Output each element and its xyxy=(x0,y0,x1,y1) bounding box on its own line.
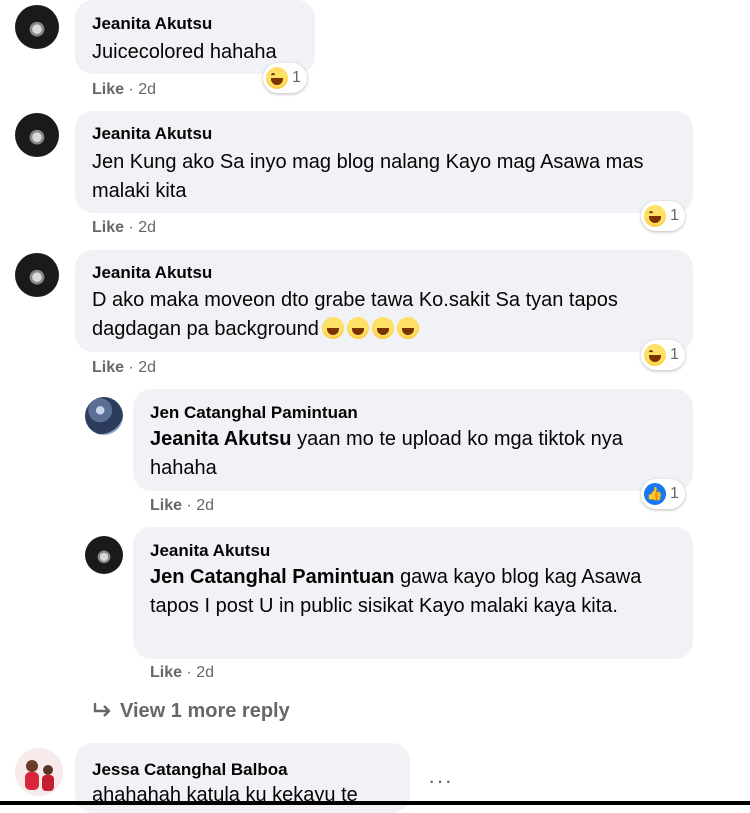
mention-link[interactable]: Jen Catanghal Pamintuan xyxy=(150,566,395,588)
comment-meta: Like · 2d xyxy=(92,81,156,99)
comment-text: D ako maka moveon dto grabe tawa Ko.saki… xyxy=(92,286,682,344)
reply-arrow-icon xyxy=(93,703,111,717)
mention-link[interactable]: Jeanita Akutsu xyxy=(150,428,292,450)
haha-reaction-icon xyxy=(266,67,288,89)
view-more-replies-button[interactable]: View 1 more reply xyxy=(92,700,290,723)
reply-text: Jeanita Akutsu yaan mo te upload ko mga … xyxy=(150,425,680,483)
reply-author[interactable]: Jeanita Akutsu xyxy=(150,541,270,561)
laughing-emoji-icon xyxy=(371,317,394,339)
like-button[interactable]: Like xyxy=(92,219,124,236)
reaction-count-value: 1 xyxy=(670,207,679,224)
comment-text: ahahahah katula ku kekayu te xyxy=(92,784,358,806)
meta-separator: · xyxy=(186,497,192,514)
haha-reaction-icon xyxy=(644,344,666,366)
avatar[interactable] xyxy=(15,113,59,157)
avatar[interactable] xyxy=(15,748,63,796)
reply-meta: Like · 2d xyxy=(150,664,214,682)
comment-author[interactable]: Jeanita Akutsu xyxy=(92,14,212,34)
comment-meta: Like · 2d xyxy=(92,219,156,237)
laughing-emoji-icon xyxy=(346,317,369,339)
reply-text: Jen Catanghal Pamintuan gawa kayo blog k… xyxy=(150,563,660,621)
reply-author[interactable]: Jen Catanghal Pamintuan xyxy=(150,403,358,423)
avatar[interactable] xyxy=(15,5,59,49)
reaction-count[interactable]: 👍 1 xyxy=(641,479,685,509)
comment-time[interactable]: 2d xyxy=(138,219,156,236)
like-button[interactable]: Like xyxy=(92,81,124,98)
reaction-count[interactable]: 1 xyxy=(263,63,307,93)
haha-reaction-icon xyxy=(644,205,666,227)
reply-time[interactable]: 2d xyxy=(196,664,214,681)
comment-time[interactable]: 2d xyxy=(138,359,156,376)
comment-text: Jen Kung ako Sa inyo mag blog nalang Kay… xyxy=(92,151,644,202)
profile-photo-icon xyxy=(15,748,63,796)
view-more-label: View 1 more reply xyxy=(120,700,290,722)
comment-author[interactable]: Jessa Catanghal Balboa xyxy=(92,760,288,780)
thumbs-up-icon: 👍 xyxy=(644,483,666,505)
avatar[interactable] xyxy=(85,536,123,574)
comment-meta: Like · 2d xyxy=(92,359,156,377)
reply-time[interactable]: 2d xyxy=(196,497,214,514)
laughing-emoji-icon xyxy=(396,317,419,339)
comment-time[interactable]: 2d xyxy=(138,81,156,98)
avatar[interactable] xyxy=(85,397,123,435)
like-button[interactable]: Like xyxy=(150,664,182,681)
comment-author[interactable]: Jeanita Akutsu xyxy=(92,124,212,144)
meta-separator: · xyxy=(128,359,134,376)
avatar[interactable] xyxy=(15,253,59,297)
reaction-count-value: 1 xyxy=(670,346,679,363)
like-button[interactable]: Like xyxy=(150,497,182,514)
reply-meta: Like · 2d xyxy=(150,497,214,515)
divider xyxy=(0,801,750,805)
meta-separator: · xyxy=(128,219,134,236)
like-button[interactable]: Like xyxy=(92,359,124,376)
meta-separator: · xyxy=(186,664,192,681)
reaction-count-value: 1 xyxy=(670,485,679,502)
reaction-count[interactable]: 1 xyxy=(641,201,685,231)
reaction-count[interactable]: 1 xyxy=(641,340,685,370)
reaction-count-value: 1 xyxy=(292,69,301,86)
comment-author[interactable]: Jeanita Akutsu xyxy=(92,263,212,283)
laughing-emoji-icon xyxy=(321,317,344,339)
meta-separator: · xyxy=(128,81,134,98)
more-options-icon[interactable]: ··· xyxy=(428,768,453,794)
